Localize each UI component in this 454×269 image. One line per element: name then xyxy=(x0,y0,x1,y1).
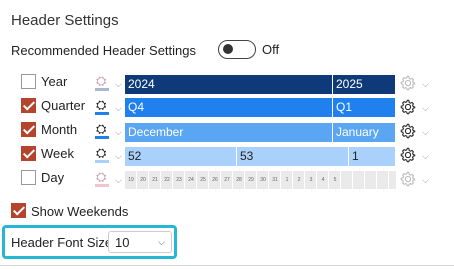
month-cell-december: December xyxy=(125,123,333,142)
header-font-size-select[interactable]: 10 ⌵ xyxy=(108,231,172,253)
font-size-value: 10 xyxy=(115,235,130,250)
month-fill-color-picker[interactable]: ⛭ xyxy=(94,122,112,140)
week-cell-1: 1 xyxy=(349,147,396,166)
toggle-state-label: Off xyxy=(262,42,280,57)
week-checkbox[interactable] xyxy=(21,146,36,161)
chevron-down-icon[interactable]: ⌵ xyxy=(115,127,122,138)
day-cell: 30 xyxy=(260,177,266,183)
day-cell: 26 xyxy=(212,177,218,183)
chevron-down-icon[interactable]: ⌵ xyxy=(115,175,122,186)
day-cell: 19 xyxy=(128,177,134,183)
fill-color-swatch xyxy=(95,112,109,115)
panel-title: Header Settings xyxy=(11,12,119,29)
month-label: Month xyxy=(41,122,78,137)
fill-color-swatch xyxy=(95,88,109,91)
month-cell-january: January xyxy=(333,123,396,142)
header-font-size-label: Header Font Size: xyxy=(11,235,116,250)
year-cell-2025: 2025 xyxy=(333,75,396,94)
paint-bucket-icon: ⛭ xyxy=(96,73,107,88)
quarter-cell-q1: Q1 xyxy=(333,98,396,117)
day-gear-icon[interactable] xyxy=(399,170,417,188)
day-cell: 21 xyxy=(152,177,158,183)
day-cell: 31 xyxy=(272,177,278,183)
show-weekends-checkbox[interactable] xyxy=(11,203,26,218)
year-cell-2024: 2024 xyxy=(125,75,333,94)
chevron-down-icon[interactable]: ⌵ xyxy=(422,151,429,162)
chevron-down-icon: ⌵ xyxy=(158,237,165,247)
day-cell: 29 xyxy=(248,177,254,183)
month-checkbox[interactable] xyxy=(21,122,36,137)
week-label: Week xyxy=(41,146,74,161)
day-cell: 1 xyxy=(285,177,289,183)
day-cell: 24 xyxy=(188,177,194,183)
paint-bucket-icon: ⛭ xyxy=(96,97,107,112)
chevron-down-icon[interactable]: ⌵ xyxy=(422,103,429,114)
year-gear-icon[interactable] xyxy=(399,74,417,92)
month-gear-icon[interactable] xyxy=(399,122,417,140)
day-checkbox[interactable] xyxy=(21,170,36,185)
chevron-down-icon[interactable]: ⌵ xyxy=(422,79,429,90)
day-cell: 27 xyxy=(224,177,230,183)
fill-color-swatch xyxy=(95,184,109,187)
fill-color-swatch xyxy=(95,160,109,163)
day-cell: 5 xyxy=(333,177,337,183)
chevron-down-icon[interactable]: ⌵ xyxy=(115,79,122,90)
chevron-down-icon[interactable]: ⌵ xyxy=(422,127,429,138)
toggle-knob xyxy=(223,44,233,54)
recommended-settings-toggle[interactable] xyxy=(218,40,256,59)
week-gear-icon[interactable] xyxy=(399,146,417,164)
recommended-settings-label: Recommended Header Settings xyxy=(11,43,196,58)
day-label: Day xyxy=(41,170,65,185)
day-cell: 28 xyxy=(236,177,242,183)
week-cell-53: 53 xyxy=(237,147,349,166)
quarter-gear-icon[interactable] xyxy=(399,98,417,116)
week-fill-color-picker[interactable]: ⛭ xyxy=(94,146,112,164)
quarter-fill-color-picker[interactable]: ⛭ xyxy=(94,98,112,116)
paint-bucket-icon: ⛭ xyxy=(96,145,107,160)
day-cell: 23 xyxy=(176,177,182,183)
divider xyxy=(0,265,454,266)
day-cell: 3 xyxy=(309,177,313,183)
paint-bucket-icon: ⛭ xyxy=(96,121,107,136)
day-strip: 19 20 21 22 23 24 25 26 27 28 29 30 31 1 2 3 4 5 xyxy=(125,171,396,189)
day-cell: 22 xyxy=(164,177,170,183)
day-cell: 25 xyxy=(200,177,206,183)
day-cell: 20 xyxy=(140,177,146,183)
year-label: Year xyxy=(41,74,68,89)
show-weekends-label: Show Weekends xyxy=(31,204,129,219)
quarter-label: Quarter xyxy=(41,98,86,113)
chevron-down-icon[interactable]: ⌵ xyxy=(115,103,122,114)
fill-color-swatch xyxy=(95,136,109,139)
year-checkbox[interactable] xyxy=(21,74,36,89)
day-cell: 2 xyxy=(297,177,301,183)
paint-bucket-icon: ⛭ xyxy=(96,169,107,184)
day-fill-color-picker[interactable]: ⛭ xyxy=(94,170,112,188)
quarter-checkbox[interactable] xyxy=(21,98,36,113)
week-cell-52: 52 xyxy=(125,147,237,166)
quarter-cell-q4: Q4 xyxy=(125,98,333,117)
year-fill-color-picker[interactable]: ⛭ xyxy=(94,74,112,92)
chevron-down-icon[interactable]: ⌵ xyxy=(422,175,429,186)
chevron-down-icon[interactable]: ⌵ xyxy=(115,151,122,162)
day-cell: 4 xyxy=(321,177,325,183)
